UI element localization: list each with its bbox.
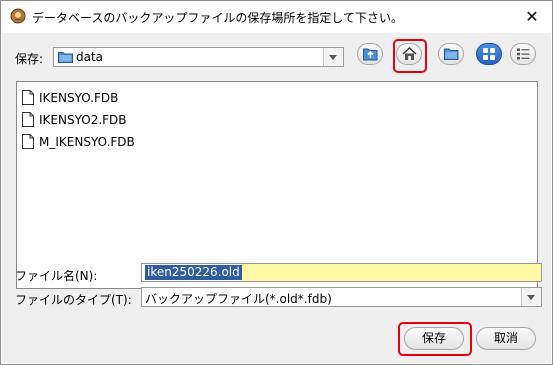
file-name: IKENSYO2.FDB	[39, 113, 127, 127]
save-in-value: data	[76, 50, 104, 64]
file-name: M_IKENSYO.FDB	[39, 135, 135, 149]
close-button[interactable]: ✕	[513, 3, 551, 31]
save-dialog: データベースのバックアップファイルの保存場所を指定して下さい。 ✕ 保存: da…	[0, 0, 553, 365]
file-icon	[22, 90, 34, 105]
details-view-icon	[517, 48, 530, 60]
annotation-highlight-save	[398, 322, 472, 356]
new-folder-icon	[444, 48, 459, 60]
file-name: IKENSYO.FDB	[39, 91, 119, 105]
filetype-value: バックアップファイル(*.old*.fdb)	[145, 292, 332, 306]
details-view-button[interactable]	[510, 43, 536, 65]
cancel-button[interactable]: 取消	[476, 327, 536, 350]
filetype-select[interactable]: バックアップファイル(*.old*.fdb)	[141, 287, 542, 307]
chevron-down-icon[interactable]	[323, 48, 343, 66]
save-in-label: 保存:	[15, 52, 44, 66]
up-folder-button[interactable]	[357, 43, 383, 65]
folder-icon	[58, 52, 73, 63]
file-list[interactable]: IKENSYO.FDB IKENSYO2.FDB M_IKENSYO.FDB	[16, 81, 538, 289]
close-icon: ✕	[525, 7, 539, 26]
dialog-title: データベースのバックアップファイルの保存場所を指定して下さい。	[32, 11, 404, 25]
filename-input[interactable]: iken250226.old	[141, 263, 542, 282]
up-folder-icon	[363, 48, 378, 61]
list-view-button[interactable]	[476, 43, 502, 65]
filename-label: ファイル名(N):	[15, 269, 98, 283]
save-in-combo[interactable]: data	[53, 47, 344, 67]
list-view-icon	[483, 48, 495, 60]
app-icon	[10, 8, 26, 24]
filetype-label: ファイルのタイプ(T):	[15, 293, 132, 307]
dialog-body: 保存: data IKENSYO.FDB IKENSYO2.FDB M_IKEN…	[2, 33, 551, 363]
file-icon	[22, 134, 34, 149]
title-bar: データベースのバックアップファイルの保存場所を指定して下さい。 ✕	[1, 1, 552, 33]
filename-highlight	[239, 264, 541, 281]
annotation-highlight-home	[393, 39, 427, 73]
filename-value: iken250226.old	[145, 265, 242, 280]
new-folder-button[interactable]	[438, 43, 464, 65]
file-icon	[22, 112, 34, 127]
chevron-down-icon[interactable]	[521, 288, 541, 306]
